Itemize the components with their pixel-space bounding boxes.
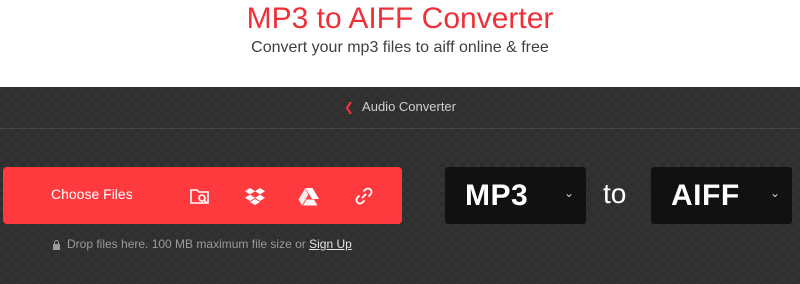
folder-search-icon[interactable]: [189, 185, 211, 207]
chevron-left-icon: ❮: [343, 100, 355, 114]
sign-up-link[interactable]: Sign Up: [309, 237, 352, 251]
breadcrumb-bar: ❮ Audio Converter: [0, 87, 800, 129]
upload-hint-text: Drop files here. 100 MB maximum file siz…: [67, 237, 310, 251]
lock-icon: [52, 239, 61, 253]
to-label: to: [603, 178, 627, 209]
page-header: MP3 to AIFF Converter Convert your mp3 f…: [0, 0, 800, 87]
breadcrumb-label[interactable]: Audio Converter: [362, 99, 456, 114]
chevron-down-icon: ⌄: [769, 186, 780, 200]
converter-panel: ❮ Audio Converter Choose Files Drop file…: [0, 87, 800, 284]
upload-hint: Drop files here. 100 MB maximum file siz…: [52, 237, 352, 253]
chevron-down-icon: ⌄: [563, 186, 574, 200]
page-title: MP3 to AIFF Converter: [246, 2, 554, 35]
google-drive-icon[interactable]: [298, 185, 320, 207]
choose-files-button[interactable]: Choose Files: [3, 167, 402, 224]
from-format-select[interactable]: MP3 ⌄: [445, 167, 586, 224]
breadcrumb[interactable]: ❮ Audio Converter: [0, 99, 800, 114]
to-format-select[interactable]: AIFF ⌄: [651, 167, 792, 224]
page-subtitle: Convert your mp3 files to aiff online & …: [251, 39, 549, 56]
choose-files-label[interactable]: Choose Files: [51, 186, 133, 202]
link-icon[interactable]: [353, 185, 375, 207]
dropbox-icon[interactable]: [244, 185, 266, 207]
